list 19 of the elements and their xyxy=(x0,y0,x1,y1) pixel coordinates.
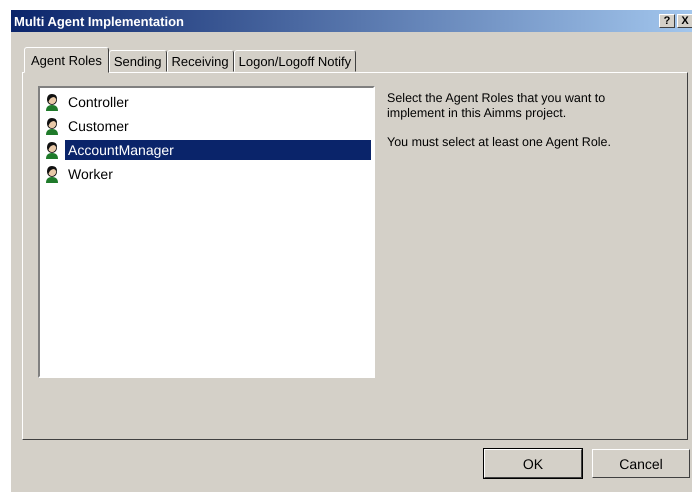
close-button[interactable]: X xyxy=(677,14,692,28)
cancel-button[interactable]: Cancel xyxy=(592,449,690,478)
tab[interactable]: Logon/Logoff Notify xyxy=(234,50,356,72)
person-icon xyxy=(44,117,60,135)
help-button[interactable]: ? xyxy=(659,14,675,28)
list-item[interactable]: AccountManager xyxy=(65,140,371,160)
person-icon xyxy=(44,141,60,159)
window-title: Multi Agent Implementation xyxy=(14,14,184,28)
instruction-text: Select the Agent Roles that you want to implement in this Aimms project. xyxy=(387,91,606,121)
instruction-text: You must select at least one Agent Role. xyxy=(387,135,612,150)
person-icon xyxy=(44,93,60,111)
list-item[interactable]: Controller xyxy=(65,92,132,112)
person-icon xyxy=(44,165,60,183)
list-item[interactable]: Worker xyxy=(65,164,116,184)
tab[interactable]: Agent Roles xyxy=(24,47,109,73)
list-item[interactable]: Customer xyxy=(65,116,132,136)
tab[interactable]: Receiving xyxy=(166,50,234,72)
ok-button[interactable]: OK xyxy=(484,449,582,478)
tab[interactable]: Sending xyxy=(108,50,167,72)
